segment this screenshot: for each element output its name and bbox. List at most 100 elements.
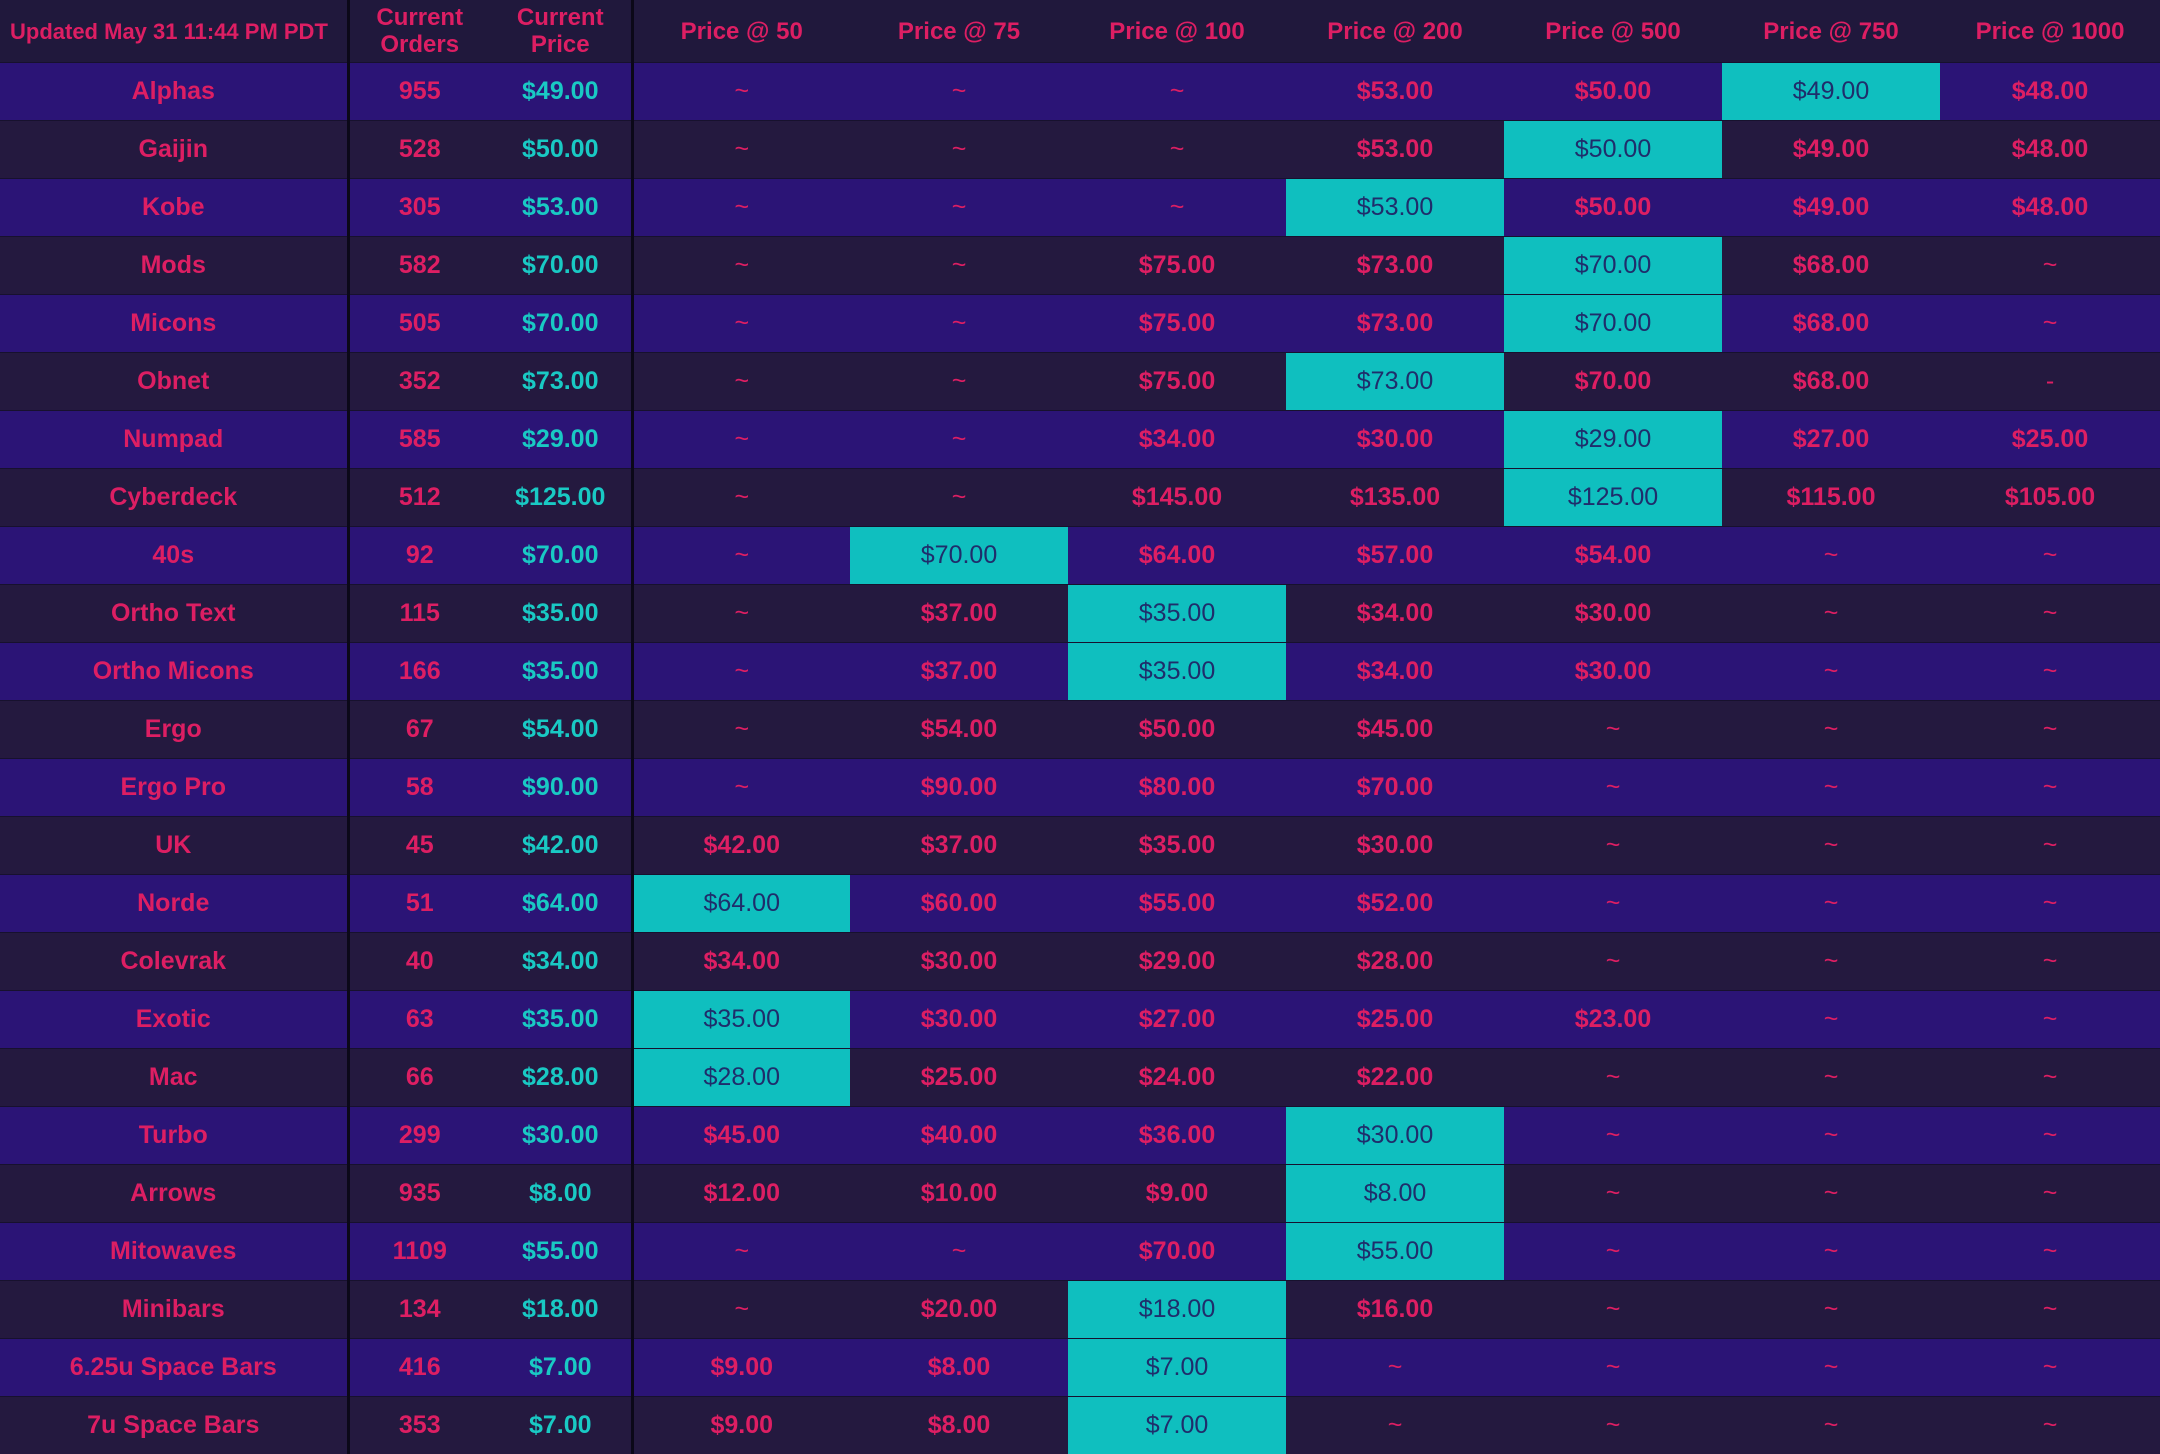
tier-price-cell: $70.00 — [1504, 353, 1722, 411]
product-name: Mitowaves — [0, 1223, 348, 1281]
product-name: 40s — [0, 527, 348, 585]
tier-price-cell: ~ — [632, 527, 850, 585]
tier-price-cell: $9.00 — [1068, 1165, 1286, 1223]
tier-price-cell: ~ — [632, 585, 850, 643]
tier-price-cell: $18.00 — [1068, 1281, 1286, 1339]
tier-price-cell: ~ — [850, 353, 1068, 411]
table-row: 40s92$70.00~$70.00$64.00$57.00$54.00~~ — [0, 527, 2160, 585]
table-row: Cyberdeck512$125.00~~$145.00$135.00$125.… — [0, 469, 2160, 527]
tier-price-cell: $9.00 — [632, 1339, 850, 1397]
table-row: Colevrak40$34.00$34.00$30.00$29.00$28.00… — [0, 933, 2160, 991]
header-price-750: Price @ 750 — [1722, 0, 1940, 63]
tier-price-cell: ~ — [632, 295, 850, 353]
tier-price-cell: $70.00 — [1504, 295, 1722, 353]
tier-price-cell: ~ — [1722, 1281, 1940, 1339]
tier-price-cell: ~ — [1940, 1049, 2160, 1107]
tier-price-cell: $30.00 — [1286, 411, 1504, 469]
tier-price-cell: $20.00 — [850, 1281, 1068, 1339]
tier-price-cell: $24.00 — [1068, 1049, 1286, 1107]
tier-price-cell: $57.00 — [1286, 527, 1504, 585]
tier-price-cell: $35.00 — [1068, 817, 1286, 875]
tier-price-cell: $34.00 — [632, 933, 850, 991]
table-row: Gaijin528$50.00~~~$53.00$50.00$49.00$48.… — [0, 121, 2160, 179]
tier-price-cell: $25.00 — [1286, 991, 1504, 1049]
tier-price-cell: $23.00 — [1504, 991, 1722, 1049]
tier-price-cell: $8.00 — [850, 1397, 1068, 1454]
tier-price-cell: ~ — [1940, 585, 2160, 643]
product-name: Numpad — [0, 411, 348, 469]
tier-price-cell: ~ — [1940, 1223, 2160, 1281]
table-row: Exotic63$35.00$35.00$30.00$27.00$25.00$2… — [0, 991, 2160, 1049]
tier-price-cell: ~ — [1504, 1339, 1722, 1397]
tier-price-cell: ~ — [1722, 1049, 1940, 1107]
tier-price-cell: ~ — [1722, 933, 1940, 991]
current-price-cell: $64.00 — [490, 875, 632, 933]
table-row: Micons505$70.00~~$75.00$73.00$70.00$68.0… — [0, 295, 2160, 353]
tier-price-cell: ~ — [632, 353, 850, 411]
tier-price-cell: $52.00 — [1286, 875, 1504, 933]
current-price-cell: $30.00 — [490, 1107, 632, 1165]
current-orders-cell: 305 — [348, 179, 490, 237]
tier-price-cell: $45.00 — [632, 1107, 850, 1165]
tier-price-cell: $16.00 — [1286, 1281, 1504, 1339]
current-price-cell: $55.00 — [490, 1223, 632, 1281]
tier-price-cell: ~ — [1722, 527, 1940, 585]
current-orders-cell: 45 — [348, 817, 490, 875]
tier-price-cell: $37.00 — [850, 817, 1068, 875]
tier-price-cell: $10.00 — [850, 1165, 1068, 1223]
tier-price-cell: ~ — [632, 121, 850, 179]
tier-price-cell: ~ — [1722, 1397, 1940, 1454]
tier-price-cell: $30.00 — [850, 933, 1068, 991]
header-price-75: Price @ 75 — [850, 0, 1068, 63]
current-orders-cell: 67 — [348, 701, 490, 759]
tier-price-cell: ~ — [850, 295, 1068, 353]
table-row: Numpad585$29.00~~$34.00$30.00$29.00$27.0… — [0, 411, 2160, 469]
tier-price-cell: $30.00 — [1286, 817, 1504, 875]
current-price-cell: $29.00 — [490, 411, 632, 469]
current-price-cell: $35.00 — [490, 643, 632, 701]
current-orders-cell: 353 — [348, 1397, 490, 1454]
tier-price-cell: ~ — [1940, 1281, 2160, 1339]
tier-price-cell: ~ — [632, 701, 850, 759]
tier-price-cell: ~ — [1504, 1165, 1722, 1223]
tier-price-cell: $7.00 — [1068, 1339, 1286, 1397]
updated-timestamp: Updated May 31 11:44 PM PDT — [0, 0, 348, 63]
tier-price-cell: $125.00 — [1504, 469, 1722, 527]
tier-price-cell: ~ — [850, 121, 1068, 179]
tier-price-cell: ~ — [1504, 759, 1722, 817]
tier-price-cell: ~ — [632, 63, 850, 121]
tier-price-cell: ~ — [1940, 991, 2160, 1049]
tier-price-cell: $105.00 — [1940, 469, 2160, 527]
tier-price-cell: ~ — [1504, 1223, 1722, 1281]
tier-price-cell: $48.00 — [1940, 63, 2160, 121]
table-row: Ortho Micons166$35.00~$37.00$35.00$34.00… — [0, 643, 2160, 701]
table-row: Mac66$28.00$28.00$25.00$24.00$22.00~~~ — [0, 1049, 2160, 1107]
product-name: Cyberdeck — [0, 469, 348, 527]
tier-price-cell: $75.00 — [1068, 353, 1286, 411]
current-orders-cell: 582 — [348, 237, 490, 295]
current-orders-cell: 166 — [348, 643, 490, 701]
current-orders-cell: 585 — [348, 411, 490, 469]
product-name: Ergo — [0, 701, 348, 759]
tier-price-cell: ~ — [1068, 63, 1286, 121]
tier-price-cell: $35.00 — [1068, 643, 1286, 701]
tier-price-cell: $64.00 — [632, 875, 850, 933]
tier-price-cell: $35.00 — [632, 991, 850, 1049]
tier-price-cell: $54.00 — [850, 701, 1068, 759]
current-orders-cell: 58 — [348, 759, 490, 817]
current-price-cell: $28.00 — [490, 1049, 632, 1107]
tier-price-cell: ~ — [1940, 1339, 2160, 1397]
current-price-cell: $54.00 — [490, 701, 632, 759]
tier-price-cell: ~ — [1504, 875, 1722, 933]
tier-price-cell: ~ — [850, 237, 1068, 295]
tier-price-cell: $8.00 — [1286, 1165, 1504, 1223]
tier-price-cell: ~ — [1722, 759, 1940, 817]
current-orders-cell: 115 — [348, 585, 490, 643]
tier-price-cell: $50.00 — [1504, 179, 1722, 237]
tier-price-cell: ~ — [1940, 759, 2160, 817]
tier-price-cell: ~ — [1940, 1107, 2160, 1165]
product-name: Obnet — [0, 353, 348, 411]
tier-price-cell: $30.00 — [1504, 643, 1722, 701]
tier-price-cell: $50.00 — [1504, 121, 1722, 179]
tier-price-cell: ~ — [632, 643, 850, 701]
